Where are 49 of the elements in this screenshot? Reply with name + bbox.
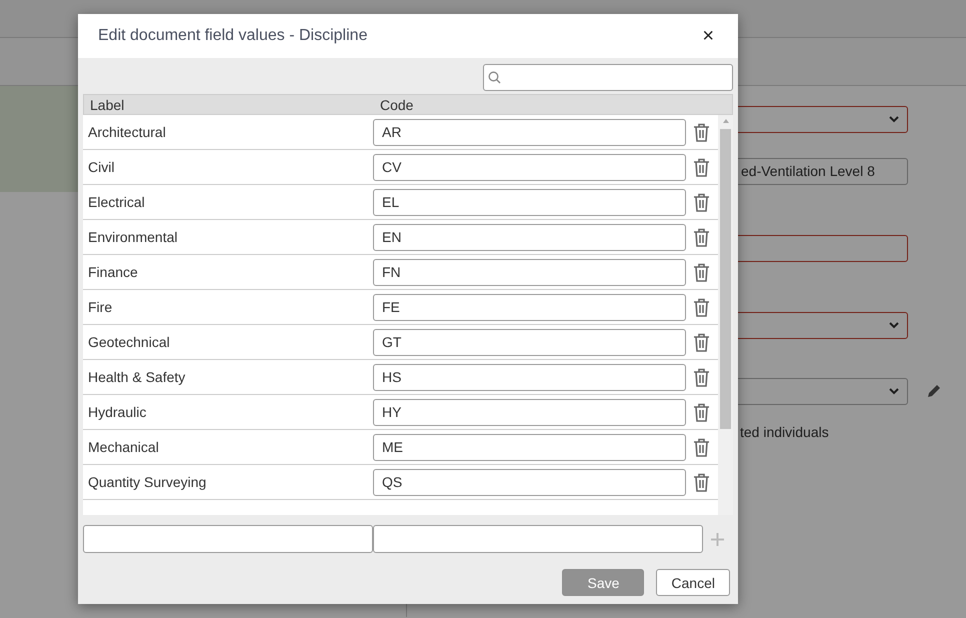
chevron-down-icon (889, 388, 899, 394)
trash-icon (692, 228, 710, 246)
label-cell-text: Hydraulic (87, 404, 148, 420)
label-cell-text: Environmental (87, 229, 178, 245)
trash-icon (692, 438, 710, 456)
column-header: Code (379, 96, 414, 112)
plus-icon (711, 532, 724, 546)
chevron-down-icon (889, 116, 899, 122)
label-cell-text: Finance (87, 264, 139, 280)
new-label-input[interactable] (83, 525, 373, 553)
trash-icon (692, 262, 710, 282)
label-cell-text: Health & Safety (87, 369, 186, 385)
dialog-title: Edit document field values - Discipline (98, 27, 368, 45)
chevron-down-icon (889, 322, 899, 328)
code-input[interactable]: FE (373, 294, 686, 320)
code-input[interactable]: AR (373, 118, 686, 146)
code-input[interactable]: HY (373, 398, 686, 426)
code-input[interactable]: GT (373, 328, 686, 356)
label-cell-text: Civil (87, 159, 116, 175)
label-cell-text: Quantity Surveying (87, 474, 208, 490)
trash-icon (692, 158, 710, 176)
column-header: Label (89, 96, 126, 112)
code-input[interactable]: CV (373, 154, 686, 180)
trash-icon (692, 402, 710, 422)
code-input[interactable]: HS (373, 364, 686, 390)
label-cell-text: Geotechnical (87, 334, 171, 350)
search-icon (488, 71, 501, 84)
trash-icon (692, 332, 710, 352)
code-input[interactable]: QS (373, 468, 686, 496)
trash-icon (692, 472, 710, 492)
new-code-input[interactable] (373, 525, 703, 553)
label-cell-text: Mechanical (87, 439, 160, 455)
note-text: ted individuals (739, 424, 830, 440)
label-cell-text: Fire (87, 299, 114, 315)
pencil-icon[interactable] (926, 383, 942, 399)
label-cell-text: Architectural (87, 124, 167, 140)
trash-icon (692, 192, 710, 212)
code-input[interactable]: EN (373, 224, 686, 250)
trash-icon (692, 368, 710, 386)
trash-icon (692, 122, 710, 142)
cancel-button[interactable]: Cancel (656, 569, 730, 596)
close-button[interactable]: × (698, 26, 718, 46)
label-cell-text: Electrical (87, 194, 146, 210)
code-input[interactable]: EL (373, 188, 686, 216)
code-input[interactable]: ME (373, 434, 686, 460)
search-field[interactable] (483, 64, 733, 91)
code-input[interactable]: FN (373, 258, 686, 286)
scrollbar[interactable] (718, 115, 733, 515)
trash-icon (692, 298, 710, 316)
